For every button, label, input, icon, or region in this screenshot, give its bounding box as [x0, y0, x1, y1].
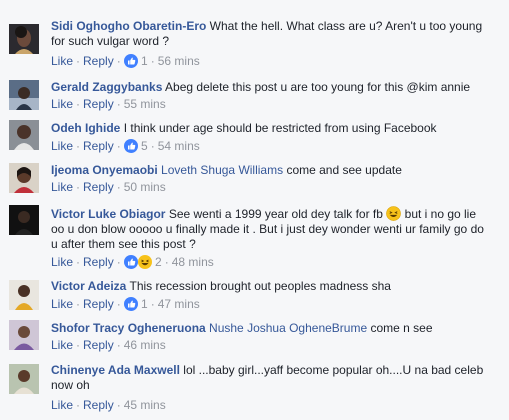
- comment-text: come and see update: [286, 163, 402, 177]
- tagged-user-link[interactable]: Nushe Joshua OgheneBrume: [209, 321, 367, 335]
- like-button[interactable]: Like: [51, 398, 73, 412]
- comment-text: I think under age should be restricted f…: [123, 121, 437, 135]
- comment-body: Shofor Tracy Ogheneruona Nushe Joshua Og…: [51, 321, 506, 336]
- comment-author[interactable]: Chinenye Ada Maxwell: [51, 363, 180, 377]
- comment-text: What the hell. What class are u? Aren't …: [209, 19, 483, 33]
- avatar[interactable]: [9, 320, 39, 350]
- comment-body: Victor Adeiza This recession brought out…: [51, 279, 506, 294]
- reaction-count[interactable]: 2: [155, 255, 162, 269]
- avatar[interactable]: [9, 163, 39, 193]
- reply-button[interactable]: Reply: [83, 255, 114, 269]
- like-button[interactable]: Like: [51, 54, 73, 68]
- comment-body: Victor Luke Obiagor See wenti a 1999 yea…: [51, 206, 506, 252]
- comment-text: come n see: [370, 321, 433, 335]
- comment-text: See wenti a 1999 year old dey talk for f…: [168, 207, 383, 221]
- avatar[interactable]: [9, 120, 39, 150]
- like-button[interactable]: Like: [51, 338, 73, 352]
- comment-body: Ijeoma Onyemaobi Loveth Shuga Williams c…: [51, 163, 506, 178]
- comment-actions: Like · Reply · 46 mins: [51, 338, 166, 352]
- comment-thread: Sidi Oghogho Obaretin-Ero What the hell.…: [0, 0, 509, 420]
- like-reaction-icon[interactable]: [123, 297, 138, 311]
- comment-body: Gerald Zaggybanks Abeg delete this post …: [51, 80, 506, 95]
- comment-actions: Like · Reply · 5 · 54 mins: [51, 139, 200, 153]
- comment-actions: Like · Reply · 45 mins: [51, 398, 166, 412]
- comment-text: Abeg delete this post u are too young fo…: [165, 80, 471, 94]
- comment-actions: Like · Reply · 2 · 48 mins: [51, 255, 214, 269]
- reply-button[interactable]: Reply: [83, 297, 114, 311]
- comment-author[interactable]: Gerald Zaggybanks: [51, 80, 162, 94]
- timestamp[interactable]: 46 mins: [124, 338, 166, 352]
- reaction-count[interactable]: 1: [141, 297, 148, 311]
- comment-text: but i no go lie: [404, 207, 477, 221]
- reply-button[interactable]: Reply: [83, 180, 114, 194]
- timestamp[interactable]: 55 mins: [124, 97, 166, 111]
- reaction-count[interactable]: 5: [141, 139, 148, 153]
- timestamp[interactable]: 50 mins: [124, 180, 166, 194]
- like-reaction-icon[interactable]: [123, 54, 138, 68]
- reply-button[interactable]: Reply: [83, 139, 114, 153]
- like-button[interactable]: Like: [51, 255, 73, 269]
- reply-button[interactable]: Reply: [83, 97, 114, 111]
- reply-button[interactable]: Reply: [83, 398, 114, 412]
- reply-button[interactable]: Reply: [83, 54, 114, 68]
- avatar[interactable]: [9, 24, 39, 54]
- timestamp[interactable]: 56 mins: [158, 54, 200, 68]
- avatar[interactable]: [9, 80, 39, 110]
- timestamp[interactable]: 47 mins: [158, 297, 200, 311]
- comment-text: now oh: [51, 378, 90, 392]
- comment-actions: Like · Reply · 1 · 56 mins: [51, 54, 200, 68]
- comment-body: Odeh Ighide I think under age should be …: [51, 121, 506, 136]
- timestamp[interactable]: 54 mins: [158, 139, 200, 153]
- like-button[interactable]: Like: [51, 180, 73, 194]
- comment-body: Chinenye Ada Maxwell lol ...baby girl...…: [51, 363, 506, 393]
- like-button[interactable]: Like: [51, 139, 73, 153]
- timestamp[interactable]: 48 mins: [172, 255, 214, 269]
- reply-button[interactable]: Reply: [83, 338, 114, 352]
- like-reaction-icon[interactable]: [123, 255, 138, 269]
- avatar[interactable]: [9, 280, 39, 310]
- comment-author[interactable]: Shofor Tracy Ogheneruona: [51, 321, 206, 335]
- comment-author[interactable]: Ijeoma Onyemaobi: [51, 163, 158, 177]
- comment-body: Sidi Oghogho Obaretin-Ero What the hell.…: [51, 19, 506, 49]
- avatar[interactable]: [9, 205, 39, 235]
- timestamp[interactable]: 45 mins: [124, 398, 166, 412]
- comment-text: u after them see this post ?: [51, 237, 196, 251]
- comment-author[interactable]: Victor Adeiza: [51, 279, 126, 293]
- comment-actions: Like · Reply · 55 mins: [51, 97, 166, 111]
- comment-author[interactable]: Odeh Ighide: [51, 121, 120, 135]
- like-button[interactable]: Like: [51, 97, 73, 111]
- comment-author[interactable]: Victor Luke Obiagor: [51, 207, 165, 221]
- comment-text: oo u don blow ooooo u finally made it . …: [51, 222, 484, 236]
- comment-text: for such vulgar word ?: [51, 34, 170, 48]
- laughing-emoji-icon: [386, 206, 402, 221]
- avatar[interactable]: [9, 364, 39, 394]
- comment-actions: Like · Reply · 50 mins: [51, 180, 166, 194]
- reaction-count[interactable]: 1: [141, 54, 148, 68]
- like-reaction-icon[interactable]: [123, 139, 138, 153]
- comment-author[interactable]: Sidi Oghogho Obaretin-Ero: [51, 19, 206, 33]
- comment-text: This recession brought out peoples madne…: [129, 279, 391, 293]
- comment-text: lol ...baby girl...yaff become popular o…: [183, 363, 484, 377]
- haha-reaction-icon[interactable]: [137, 255, 152, 269]
- comment-actions: Like · Reply · 1 · 47 mins: [51, 297, 200, 311]
- like-button[interactable]: Like: [51, 297, 73, 311]
- tagged-user-link[interactable]: Loveth Shuga Williams: [161, 163, 283, 177]
